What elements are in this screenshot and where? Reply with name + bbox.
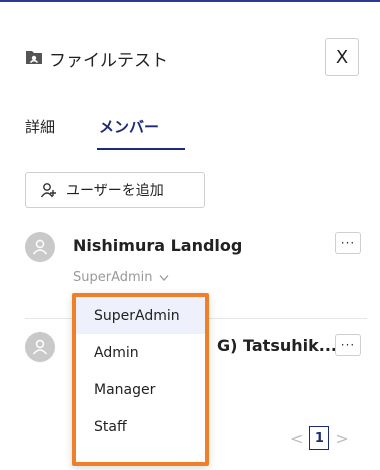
role-option-admin[interactable]: Admin <box>76 334 205 371</box>
role-option-superadmin[interactable]: SuperAdmin <box>76 297 205 334</box>
member-name: Nishimura Landlog <box>73 236 243 255</box>
tab-details[interactable]: 詳細 <box>25 116 55 137</box>
page-title: ファイルテスト <box>49 51 168 71</box>
tab-bar: 詳細 メンバー <box>25 112 367 152</box>
active-tab-indicator <box>97 148 185 150</box>
close-icon: X <box>335 46 349 68</box>
pagination: < 1 > <box>290 424 349 452</box>
add-user-label: ユーザーを追加 <box>66 183 164 199</box>
tab-members[interactable]: メンバー <box>99 116 159 137</box>
user-icon <box>32 239 48 255</box>
more-options-button[interactable]: ··· <box>335 334 361 356</box>
panel-header: ファイルテスト X <box>25 36 367 82</box>
add-user-button[interactable]: ユーザーを追加 <box>25 172 205 208</box>
chevron-down-icon <box>159 274 169 281</box>
add-user-icon <box>40 183 56 198</box>
shared-folder-icon <box>26 51 42 64</box>
role-select[interactable]: SuperAdmin <box>73 270 169 285</box>
user-icon <box>32 339 48 355</box>
avatar <box>25 232 55 262</box>
page-number-current[interactable]: 1 <box>309 426 330 450</box>
role-option-staff[interactable]: Staff <box>76 408 205 445</box>
member-name: G) Tatsuhik... <box>217 336 337 355</box>
close-button[interactable]: X <box>325 38 359 76</box>
role-option-manager[interactable]: Manager <box>76 371 205 408</box>
top-border <box>0 0 380 2</box>
more-options-button[interactable]: ··· <box>335 232 361 254</box>
prev-page-button[interactable]: < <box>290 429 303 448</box>
role-dropdown: SuperAdmin Admin Manager Staff <box>72 293 209 466</box>
avatar <box>25 332 55 362</box>
next-page-button[interactable]: > <box>335 429 348 448</box>
role-select-value: SuperAdmin <box>73 270 153 285</box>
